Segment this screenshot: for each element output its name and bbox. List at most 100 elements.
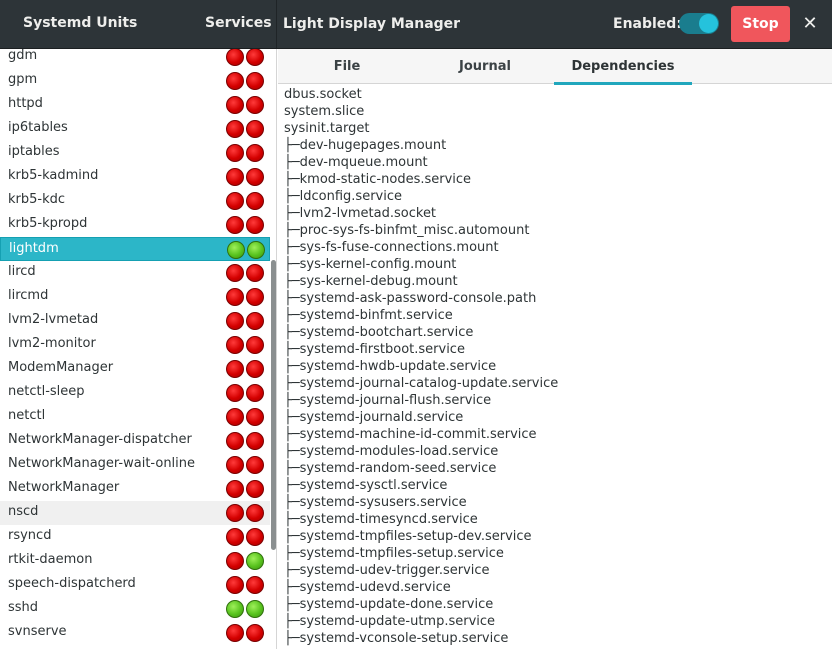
service-name: rtkit-daemon [8, 552, 93, 567]
service-row[interactable]: netctl [0, 405, 270, 429]
service-name: ModemManager [8, 360, 114, 375]
unit-title: Light Display Manager [283, 16, 461, 32]
service-name: NetworkManager-wait-online [8, 456, 196, 471]
dependency-item: ├─systemd-bootchart.service [284, 325, 474, 340]
service-name: lircmd [8, 288, 49, 303]
enabled-status-icon [246, 49, 264, 66]
active-status-icon [226, 600, 244, 618]
stop-button[interactable]: Stop [731, 6, 790, 42]
service-row[interactable]: NetworkManager [0, 477, 270, 501]
enabled-status-icon [246, 144, 264, 162]
active-status-icon [226, 552, 244, 570]
service-name: netctl-sleep [8, 384, 85, 399]
active-status-icon [226, 432, 244, 450]
service-name: netctl [8, 408, 46, 423]
enabled-status-icon [246, 552, 264, 570]
service-row[interactable]: ModemManager [0, 357, 270, 381]
service-row[interactable]: rtkit-daemon [0, 549, 270, 573]
tab-journal[interactable]: Journal [416, 49, 554, 84]
enabled-status-icon [246, 168, 264, 186]
dependency-item: ├─systemd-update-done.service [284, 597, 494, 612]
enabled-status-icon [246, 384, 264, 402]
tab-dependencies[interactable]: Dependencies [554, 49, 692, 85]
active-status-icon [226, 480, 244, 498]
service-row[interactable]: gpm [0, 69, 270, 93]
dependency-item: ├─systemd-journald.service [284, 410, 464, 425]
enabled-status-icon [246, 192, 264, 210]
enabled-status-icon [246, 216, 264, 234]
active-status-icon [226, 288, 244, 306]
dependency-item: ├─systemd-udev-trigger.service [284, 563, 490, 578]
enabled-status-icon [246, 456, 264, 474]
dependency-item: ├─systemd-update-utmp.service [284, 614, 496, 629]
active-status-icon [226, 72, 244, 90]
service-row[interactable]: sshd [0, 597, 270, 621]
active-status-icon [226, 192, 244, 210]
service-row[interactable]: httpd [0, 93, 270, 117]
service-row[interactable]: NetworkManager-wait-online [0, 453, 270, 477]
enabled-status-icon [246, 480, 264, 498]
service-row[interactable]: lvm2-monitor [0, 333, 270, 357]
close-icon[interactable]: ✕ [800, 12, 820, 36]
service-row[interactable]: ip6tables [0, 117, 270, 141]
dependency-item: ├─systemd-tmpfiles-setup.service [284, 546, 504, 561]
header-bar: Systemd Units Services Light Display Man… [0, 0, 832, 49]
service-name: lircd [8, 264, 36, 279]
services-label: Services [205, 15, 272, 31]
app-title: Systemd Units [23, 15, 138, 31]
service-row[interactable]: lircmd [0, 285, 270, 309]
service-name: gpm [8, 72, 38, 87]
dependency-item: ├─systemd-vconsole-setup.service [284, 631, 509, 646]
service-name: sshd [8, 600, 39, 615]
dependency-item: ├─systemd-random-seed.service [284, 461, 497, 476]
service-name: krb5-kdc [8, 192, 66, 207]
enabled-status-icon [247, 241, 265, 259]
service-row[interactable]: lightdm [0, 237, 270, 261]
enabled-status-icon [246, 408, 264, 426]
service-row[interactable]: rsyncd [0, 525, 270, 549]
active-status-icon [226, 408, 244, 426]
service-row[interactable]: krb5-kpropd [0, 213, 270, 237]
service-row[interactable]: NetworkManager-dispatcher [0, 429, 270, 453]
enabled-status-icon [246, 312, 264, 330]
active-status-icon [226, 144, 244, 162]
dependency-item: ├─systemd-binfmt.service [284, 308, 453, 323]
active-status-icon [227, 241, 245, 259]
service-name: lightdm [9, 241, 59, 256]
tab-file[interactable]: File [278, 49, 416, 84]
service-row[interactable]: nscd [0, 501, 270, 525]
enabled-status-icon [246, 336, 264, 354]
service-name: ip6tables [8, 120, 68, 135]
dependency-item: ├─sys-kernel-debug.mount [284, 274, 458, 289]
service-name: rsyncd [8, 528, 52, 543]
enabled-status-icon [246, 120, 264, 138]
services-list[interactable]: gdm gpm httpd ip6tables iptables krb5-kadmind… [0, 49, 277, 649]
enabled-status-icon [246, 600, 264, 618]
service-row[interactable]: svnserve [0, 621, 270, 645]
dependency-item: system.slice [284, 104, 365, 119]
service-row[interactable]: iptables [0, 141, 270, 165]
service-row[interactable]: gdm [0, 49, 270, 69]
enabled-status-icon [246, 288, 264, 306]
enabled-status-icon [246, 432, 264, 450]
service-row[interactable]: krb5-kadmind [0, 165, 270, 189]
dependency-item: ├─kmod-static-nodes.service [284, 172, 472, 187]
dependency-item: ├─lvm2-lvmetad.socket [284, 206, 437, 221]
enabled-status-icon [246, 72, 264, 90]
service-name: lvm2-lvmetad [8, 312, 99, 327]
dependency-item: ├─systemd-ask-password-console.path [284, 291, 537, 306]
scrollbar[interactable] [271, 260, 276, 550]
active-status-icon [226, 216, 244, 234]
enabled-toggle[interactable] [679, 13, 719, 34]
service-row[interactable]: speech-dispatcherd [0, 573, 270, 597]
service-row[interactable]: lircd [0, 261, 270, 285]
service-row[interactable]: lvm2-lvmetad [0, 309, 270, 333]
service-name: krb5-kadmind [8, 168, 99, 183]
service-name: NetworkManager-dispatcher [8, 432, 192, 447]
dependency-item: ├─systemd-machine-id-commit.service [284, 427, 537, 442]
service-row[interactable]: krb5-kdc [0, 189, 270, 213]
active-status-icon [226, 504, 244, 522]
enabled-status-icon [246, 576, 264, 594]
service-row[interactable]: netctl-sleep [0, 381, 270, 405]
active-status-icon [226, 624, 244, 642]
